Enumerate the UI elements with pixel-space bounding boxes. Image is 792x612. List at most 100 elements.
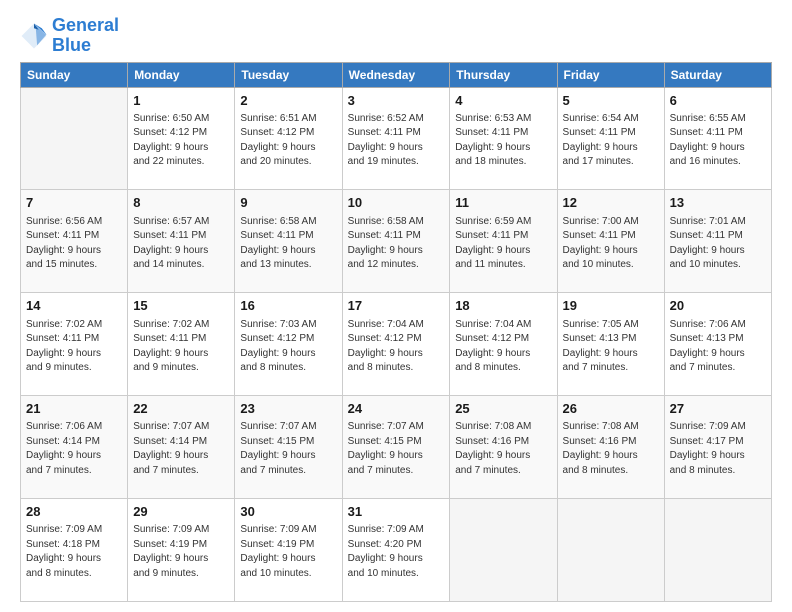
day-number: 29 (133, 503, 229, 521)
day-number: 20 (670, 297, 766, 315)
day-info: Sunrise: 6:54 AM Sunset: 4:11 PM Dayligh… (563, 112, 659, 170)
day-number: 8 (133, 194, 229, 212)
week-row-2: 7 Sunrise: 6:56 AM Sunset: 4:11 PM Daylig… (21, 190, 772, 293)
calendar-cell: 18 Sunrise: 7:04 AM Sunset: 4:12 PM Dayli… (450, 293, 557, 396)
header: General Blue (20, 16, 772, 56)
day-info: Sunrise: 7:06 AM Sunset: 4:13 PM Dayligh… (670, 318, 766, 376)
calendar-cell: 21 Sunrise: 7:06 AM Sunset: 4:14 PM Dayli… (21, 396, 128, 499)
calendar-cell: 24 Sunrise: 7:07 AM Sunset: 4:15 PM Dayli… (342, 396, 450, 499)
weekday-header-friday: Friday (557, 62, 664, 87)
calendar-cell: 2 Sunrise: 6:51 AM Sunset: 4:12 PM Daylig… (235, 87, 342, 190)
day-info: Sunrise: 7:04 AM Sunset: 4:12 PM Dayligh… (348, 318, 445, 376)
page: General Blue SundayMondayTuesdayWednesda… (0, 0, 792, 612)
calendar-cell: 5Sunrise: 6:54 AM Sunset: 4:11 PM Daylig… (557, 87, 664, 190)
day-number: 10 (348, 194, 445, 212)
day-info: Sunrise: 7:01 AM Sunset: 4:11 PM Dayligh… (670, 215, 766, 273)
day-number: 28 (26, 503, 122, 521)
day-number: 19 (563, 297, 659, 315)
day-number: 4 (455, 92, 551, 110)
day-number: 24 (348, 400, 445, 418)
calendar-cell: 30Sunrise: 7:09 AM Sunset: 4:19 PM Dayli… (235, 499, 342, 602)
day-number: 25 (455, 400, 551, 418)
calendar-cell: 23 Sunrise: 7:07 AM Sunset: 4:15 PM Dayli… (235, 396, 342, 499)
calendar-cell: 3 Sunrise: 6:52 AM Sunset: 4:11 PM Daylig… (342, 87, 450, 190)
calendar-cell: 14 Sunrise: 7:02 AM Sunset: 4:11 PM Dayli… (21, 293, 128, 396)
day-number: 6 (670, 92, 766, 110)
calendar-cell: 9 Sunrise: 6:58 AM Sunset: 4:11 PM Daylig… (235, 190, 342, 293)
calendar-cell: 1Sunrise: 6:50 AM Sunset: 4:12 PM Daylig… (128, 87, 235, 190)
day-number: 26 (563, 400, 659, 418)
day-info: Sunrise: 7:09 AM Sunset: 4:20 PM Dayligh… (348, 523, 445, 581)
calendar-cell: 13 Sunrise: 7:01 AM Sunset: 4:11 PM Dayli… (664, 190, 771, 293)
day-number: 12 (563, 194, 659, 212)
week-row-1: 1Sunrise: 6:50 AM Sunset: 4:12 PM Daylig… (21, 87, 772, 190)
day-info: Sunrise: 7:02 AM Sunset: 4:11 PM Dayligh… (26, 318, 122, 376)
calendar-cell (450, 499, 557, 602)
calendar-cell: 6 Sunrise: 6:55 AM Sunset: 4:11 PM Daylig… (664, 87, 771, 190)
day-info: Sunrise: 6:58 AM Sunset: 4:11 PM Dayligh… (348, 215, 445, 273)
calendar-table: SundayMondayTuesdayWednesdayThursdayFrid… (20, 62, 772, 602)
weekday-header-saturday: Saturday (664, 62, 771, 87)
calendar-cell: 7 Sunrise: 6:56 AM Sunset: 4:11 PM Daylig… (21, 190, 128, 293)
day-info: Sunrise: 7:08 AM Sunset: 4:16 PM Dayligh… (563, 420, 659, 478)
day-info: Sunrise: 7:06 AM Sunset: 4:14 PM Dayligh… (26, 420, 122, 478)
calendar-cell: 29Sunrise: 7:09 AM Sunset: 4:19 PM Dayli… (128, 499, 235, 602)
day-info: Sunrise: 7:07 AM Sunset: 4:15 PM Dayligh… (240, 420, 336, 478)
weekday-header-monday: Monday (128, 62, 235, 87)
day-number: 22 (133, 400, 229, 418)
calendar-cell: 16 Sunrise: 7:03 AM Sunset: 4:12 PM Dayli… (235, 293, 342, 396)
day-number: 13 (670, 194, 766, 212)
calendar-cell: 25 Sunrise: 7:08 AM Sunset: 4:16 PM Dayli… (450, 396, 557, 499)
weekday-header-tuesday: Tuesday (235, 62, 342, 87)
calendar-cell: 26 Sunrise: 7:08 AM Sunset: 4:16 PM Dayli… (557, 396, 664, 499)
logo-text: General Blue (52, 16, 119, 56)
calendar-cell (21, 87, 128, 190)
day-number: 2 (240, 92, 336, 110)
weekday-header-row: SundayMondayTuesdayWednesdayThursdayFrid… (21, 62, 772, 87)
day-number: 7 (26, 194, 122, 212)
day-info: Sunrise: 7:09 AM Sunset: 4:17 PM Dayligh… (670, 420, 766, 478)
weekday-header-sunday: Sunday (21, 62, 128, 87)
calendar-cell: 19 Sunrise: 7:05 AM Sunset: 4:13 PM Dayli… (557, 293, 664, 396)
day-info: Sunrise: 6:53 AM Sunset: 4:11 PM Dayligh… (455, 112, 551, 170)
day-number: 3 (348, 92, 445, 110)
week-row-5: 28 Sunrise: 7:09 AM Sunset: 4:18 PM Dayli… (21, 499, 772, 602)
day-info: Sunrise: 6:51 AM Sunset: 4:12 PM Dayligh… (240, 112, 336, 170)
day-info: Sunrise: 6:52 AM Sunset: 4:11 PM Dayligh… (348, 112, 445, 170)
week-row-4: 21 Sunrise: 7:06 AM Sunset: 4:14 PM Dayli… (21, 396, 772, 499)
weekday-header-thursday: Thursday (450, 62, 557, 87)
day-info: Sunrise: 7:05 AM Sunset: 4:13 PM Dayligh… (563, 318, 659, 376)
calendar-cell: 17 Sunrise: 7:04 AM Sunset: 4:12 PM Dayli… (342, 293, 450, 396)
day-number: 16 (240, 297, 336, 315)
day-number: 9 (240, 194, 336, 212)
day-info: Sunrise: 7:03 AM Sunset: 4:12 PM Dayligh… (240, 318, 336, 376)
day-info: Sunrise: 7:04 AM Sunset: 4:12 PM Dayligh… (455, 318, 551, 376)
day-number: 17 (348, 297, 445, 315)
calendar-cell: 11 Sunrise: 6:59 AM Sunset: 4:11 PM Dayli… (450, 190, 557, 293)
day-info: Sunrise: 6:56 AM Sunset: 4:11 PM Dayligh… (26, 215, 122, 273)
day-number: 27 (670, 400, 766, 418)
day-info: Sunrise: 6:59 AM Sunset: 4:11 PM Dayligh… (455, 215, 551, 273)
calendar-cell (557, 499, 664, 602)
day-info: Sunrise: 7:09 AM Sunset: 4:19 PM Dayligh… (240, 523, 336, 581)
calendar-cell: 27 Sunrise: 7:09 AM Sunset: 4:17 PM Dayli… (664, 396, 771, 499)
calendar-cell: 20 Sunrise: 7:06 AM Sunset: 4:13 PM Dayli… (664, 293, 771, 396)
day-info: Sunrise: 6:58 AM Sunset: 4:11 PM Dayligh… (240, 215, 336, 273)
day-info: Sunrise: 7:02 AM Sunset: 4:11 PM Dayligh… (133, 318, 229, 376)
calendar-cell: 4 Sunrise: 6:53 AM Sunset: 4:11 PM Daylig… (450, 87, 557, 190)
day-info: Sunrise: 6:50 AM Sunset: 4:12 PM Dayligh… (133, 112, 229, 170)
calendar-cell: 22Sunrise: 7:07 AM Sunset: 4:14 PM Dayli… (128, 396, 235, 499)
day-number: 31 (348, 503, 445, 521)
day-info: Sunrise: 7:09 AM Sunset: 4:18 PM Dayligh… (26, 523, 122, 581)
weekday-header-wednesday: Wednesday (342, 62, 450, 87)
day-number: 14 (26, 297, 122, 315)
day-number: 23 (240, 400, 336, 418)
day-number: 21 (26, 400, 122, 418)
day-info: Sunrise: 7:07 AM Sunset: 4:15 PM Dayligh… (348, 420, 445, 478)
day-number: 18 (455, 297, 551, 315)
day-info: Sunrise: 7:08 AM Sunset: 4:16 PM Dayligh… (455, 420, 551, 478)
day-number: 11 (455, 194, 551, 212)
day-info: Sunrise: 6:55 AM Sunset: 4:11 PM Dayligh… (670, 112, 766, 170)
logo: General Blue (20, 16, 119, 56)
calendar-cell: 28 Sunrise: 7:09 AM Sunset: 4:18 PM Dayli… (21, 499, 128, 602)
